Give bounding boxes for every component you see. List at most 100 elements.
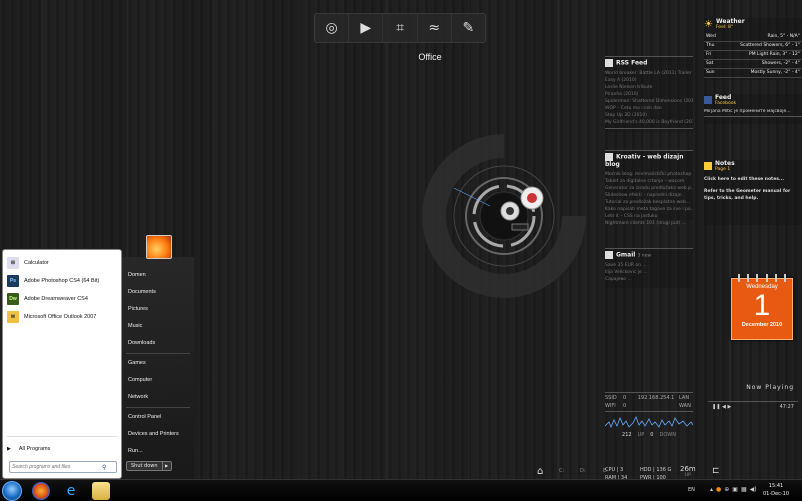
shutdown-group: Shut down ▶ [126,461,172,471]
next-icon[interactable]: ▶ [727,404,731,410]
network-widget: SSID 0 192.168.254.1 LAN WIFI 0 WAN 212 … [604,392,694,452]
clock[interactable]: 15:41 01-Dec-10 [763,482,789,498]
place-documents[interactable]: Documents [122,284,194,301]
uptime-label: UP [684,473,691,478]
place-pictures[interactable]: Pictures [122,301,194,318]
calendar-rings [738,274,786,282]
place-downloads[interactable]: Downloads [122,335,194,352]
shutdown-button[interactable]: Shut down [126,461,163,471]
drive-c[interactable]: C: [559,468,564,474]
list-item[interactable]: Kako napisati meta tagove za sve i po... [605,206,693,213]
outlook-icon: ✉ [7,311,19,323]
ring [738,274,740,282]
list-item[interactable]: Generator za izradu predložaka web p... [605,185,693,192]
gmail-title-text: Gmail [616,251,636,259]
language-indicator[interactable]: EN [688,487,695,493]
place-computer[interactable]: Computer [122,372,194,389]
list-item[interactable]: World breaker: Battle LA (2011) Trailer [605,70,693,77]
program-photoshop[interactable]: Ps Adobe Photoshop CS4 (64 Bit) [3,272,121,290]
drive-d[interactable]: D: [580,468,586,474]
list-item[interactable]: WOP – Cetu mo i celi dan [605,105,693,112]
shutdown-options-icon[interactable]: ▶ [162,461,172,471]
wifi-label: WIFI [605,403,616,409]
dock-label: Office [418,52,442,62]
list-item[interactable]: Leslie Nielsen tribute [605,84,693,91]
network-graph [604,416,694,429]
place-run[interactable]: Run... [122,443,194,460]
list-item[interactable]: Tablet za digitalne crtanje – wacom [605,178,693,185]
program-label: Calculator [24,260,49,266]
feed-icon [605,153,613,161]
uptime-stat: 26m UP [680,465,696,478]
all-programs[interactable]: ▶ All Programs [3,440,50,458]
play-icon[interactable]: ▶ [349,14,384,42]
cpu-value: 3 [620,467,624,473]
feed-text[interactable]: Mirjana Mitic je промените мајсвоје... [704,109,802,114]
search-icon[interactable]: ⚲ [102,464,106,471]
hdd-value: 136 G [656,467,672,473]
note-icon [704,162,712,170]
expand-tray-icon[interactable]: ▴ [710,486,713,493]
place-games[interactable]: Games [122,355,194,372]
crop-icon[interactable]: ⌗ [383,14,418,42]
show-desktop-icon[interactable]: ⊏ [712,466,720,476]
up-value: 212 [622,432,632,438]
volume-icon[interactable]: ◀) [750,486,757,493]
feed-title: Feed [715,94,732,101]
tray-app-icon[interactable]: ● [716,486,721,493]
place-control-panel[interactable]: Control Panel [122,409,194,426]
notes-icon[interactable]: ✎ [452,14,485,42]
user-picture[interactable] [146,235,172,259]
list-item[interactable]: Spiderman: Shattered Dimensions (2010) [605,98,693,105]
rss-list: World breaker: Battle LA (2011) Trailer … [605,70,693,126]
list-item[interactable]: Save 35 EUR on ... [605,262,693,269]
weather-day: Fri [706,52,712,57]
gmail-count: 3 new [637,253,652,259]
firefox-icon[interactable] [32,482,50,500]
weather-row: Thu Scattered Showers, 6° - 1° [704,42,802,51]
uptime-value: 26m [680,465,696,473]
pause-icon[interactable]: ❚❚ [712,404,720,410]
search-input[interactable] [10,464,102,470]
chrome-icon[interactable]: ◎ [315,14,350,42]
explorer-folder-icon[interactable] [92,482,110,500]
office-icon[interactable]: ≈ [418,14,452,42]
list-item[interactable]: Tutorial za predložak besplatne web... [605,199,693,206]
place-domen[interactable]: Domen [122,267,194,284]
network-tray-icon[interactable]: ▦ [741,486,747,493]
home-icon[interactable]: ⌂ [537,466,543,477]
notes-widget: Notes Page 1 Click here to edit these no… [704,160,802,225]
taskbar: e EN ▴ ● ⊕ ▣ ▦ ◀) 15:41 01-Dec-10 [0,479,802,501]
list-item[interactable]: Piranha (2010) [605,91,693,98]
list-item[interactable]: My Girlfriend's 40,000 is Boyfriend (201… [605,119,693,126]
list-item[interactable]: Сарајево ... [605,276,693,283]
ssid-value: 0 [623,395,627,401]
list-item[interactable]: Easy A (2010) [605,77,693,84]
place-music[interactable]: Music [122,318,194,335]
place-devices-printers[interactable]: Devices and Printers [122,426,194,443]
weather-title: Weather [715,18,745,25]
place-network[interactable]: Network [122,389,194,406]
list-item[interactable]: Ilija Velickovic je ... [605,269,693,276]
internet-explorer-icon[interactable]: e [62,482,80,500]
program-outlook[interactable]: ✉ Microsoft Office Outlook 2007 [3,308,121,326]
program-calculator[interactable]: ⊞ Calculator [3,254,121,272]
weather-desc: PM Light Rain, 3° - 12° [748,52,800,57]
program-dreamweaver[interactable]: Dw Adobe Dreamweaver CS4 [3,290,121,308]
list-item[interactable]: Nightmare clients 101 (drugi put) ... [605,220,693,227]
prev-icon[interactable]: ◀ [722,404,726,410]
calendar-widget: Wednesday 1 December 2010 [731,274,793,340]
tray-app-icon[interactable]: ▣ [732,486,738,493]
notes-edit-area[interactable]: Click here to edit these notes... [704,177,802,182]
list-item[interactable]: Slideshow efekti – napredni dizajn [605,192,693,199]
list-item[interactable]: Lets it – CSS na jastuku [605,213,693,220]
list-item[interactable]: Moćnik blog: minimalistički photoshop se… [605,171,693,178]
start-button[interactable] [2,481,22,501]
weather-day: Wed [706,34,716,39]
gmail-widget: Gmail 3 new Save 35 EUR on ... Ilija Vel… [605,248,693,288]
kroativ-title-text: Kroativ - web dizajn blog [605,153,684,169]
tray-app-icon[interactable]: ⊕ [724,486,729,493]
list-item[interactable]: Step Up 3D (2010) [605,112,693,119]
notes-page: Page 1 [715,167,731,172]
weather-subtitle: Feel: 8° [715,25,734,30]
